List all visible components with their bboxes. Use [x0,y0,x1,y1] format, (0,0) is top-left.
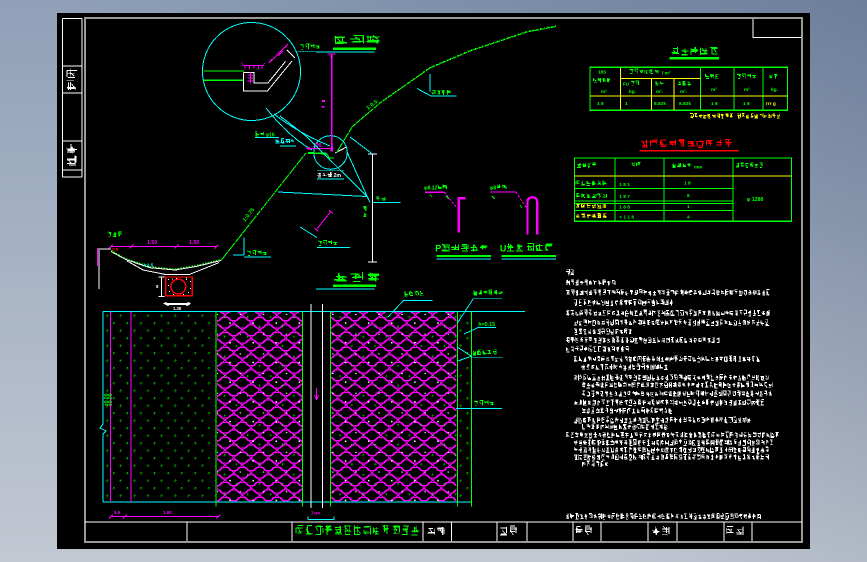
svg-text:m²: m² [711,87,717,93]
svg-text:m²: m² [601,89,607,95]
svg-text:0.5: 0.5 [112,247,119,252]
svg-text:1 8 1: 1 8 1 [619,182,630,188]
svg-text:0.5: 0.5 [114,510,121,515]
svg-text:8.82k: 8.82k [679,101,691,107]
svg-text:rrr g: rrr g [766,101,776,107]
svg-text:1.50: 1.50 [147,240,157,246]
svg-text:185: 185 [598,70,606,76]
svg-text:1 8: 1 8 [597,101,604,107]
svg-text:kg.: kg. [629,89,636,95]
svg-text:4: 4 [687,215,690,221]
svg-text:1:0.75: 1:0.75 [242,207,256,223]
svg-text:FU: FU [623,81,630,86]
svg-text:φ 1288: φ 1288 [747,197,764,203]
svg-text:2m: 2m [334,173,342,179]
svg-text:φ8: φ8 [490,186,497,192]
svg-text:1 8: 1 8 [743,101,750,107]
svg-text:/ m²: / m² [662,71,671,77]
svg-text:1 8: 1 8 [684,181,691,187]
svg-text:m².: m². [680,89,687,95]
svg-text:1.38: 1.38 [173,306,182,311]
svg-text:P: P [435,244,441,254]
svg-text:7cm: 7cm [311,511,320,516]
svg-text:1 8: 1 8 [711,101,718,107]
svg-text:1: 1 [625,101,628,107]
svg-text:< 1 1 8: < 1 1 8 [619,215,634,221]
svg-text:1 8 8: 1 8 8 [619,205,630,211]
svg-text:mm: mm [694,164,702,169]
svg-text:8.82k: 8.82k [654,101,666,107]
svg-text:1:1.5: 1:1.5 [143,262,154,267]
svg-text:m².: m². [656,89,663,95]
svg-text:8: 8 [687,193,690,199]
svg-text:1.50: 1.50 [189,240,199,246]
svg-text:±0.00: ±0.00 [108,393,114,406]
svg-text:1 8 7: 1 8 7 [619,194,630,200]
svg-text:kg.: kg. [771,87,778,93]
svg-text:8: 8 [156,284,159,289]
svg-text:φ8.12: φ8.12 [424,186,438,192]
svg-text:1: 1 [687,204,690,210]
svg-text:U: U [500,244,507,254]
svg-text:m²: m² [744,87,750,93]
svg-text:1.00: 1.00 [163,510,172,515]
